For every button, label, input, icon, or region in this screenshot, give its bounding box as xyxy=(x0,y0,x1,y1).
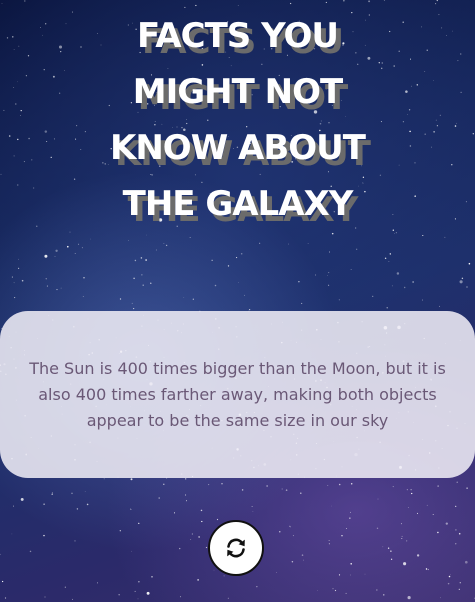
refresh-icon xyxy=(227,538,245,558)
title-line: THE GALAXY xyxy=(122,184,354,224)
title-line: FACTS YOU xyxy=(136,16,339,56)
title-line: MIGHT NOT xyxy=(132,72,343,112)
fact-card: The Sun is 400 times bigger than the Moo… xyxy=(0,311,475,478)
page-title: FACTS YOU MIGHT NOT KNOW ABOUT THE GALAX… xyxy=(0,8,475,232)
refresh-button[interactable] xyxy=(208,520,264,576)
fact-text: The Sun is 400 times bigger than the Moo… xyxy=(29,358,446,430)
title-line: KNOW ABOUT xyxy=(110,128,366,168)
